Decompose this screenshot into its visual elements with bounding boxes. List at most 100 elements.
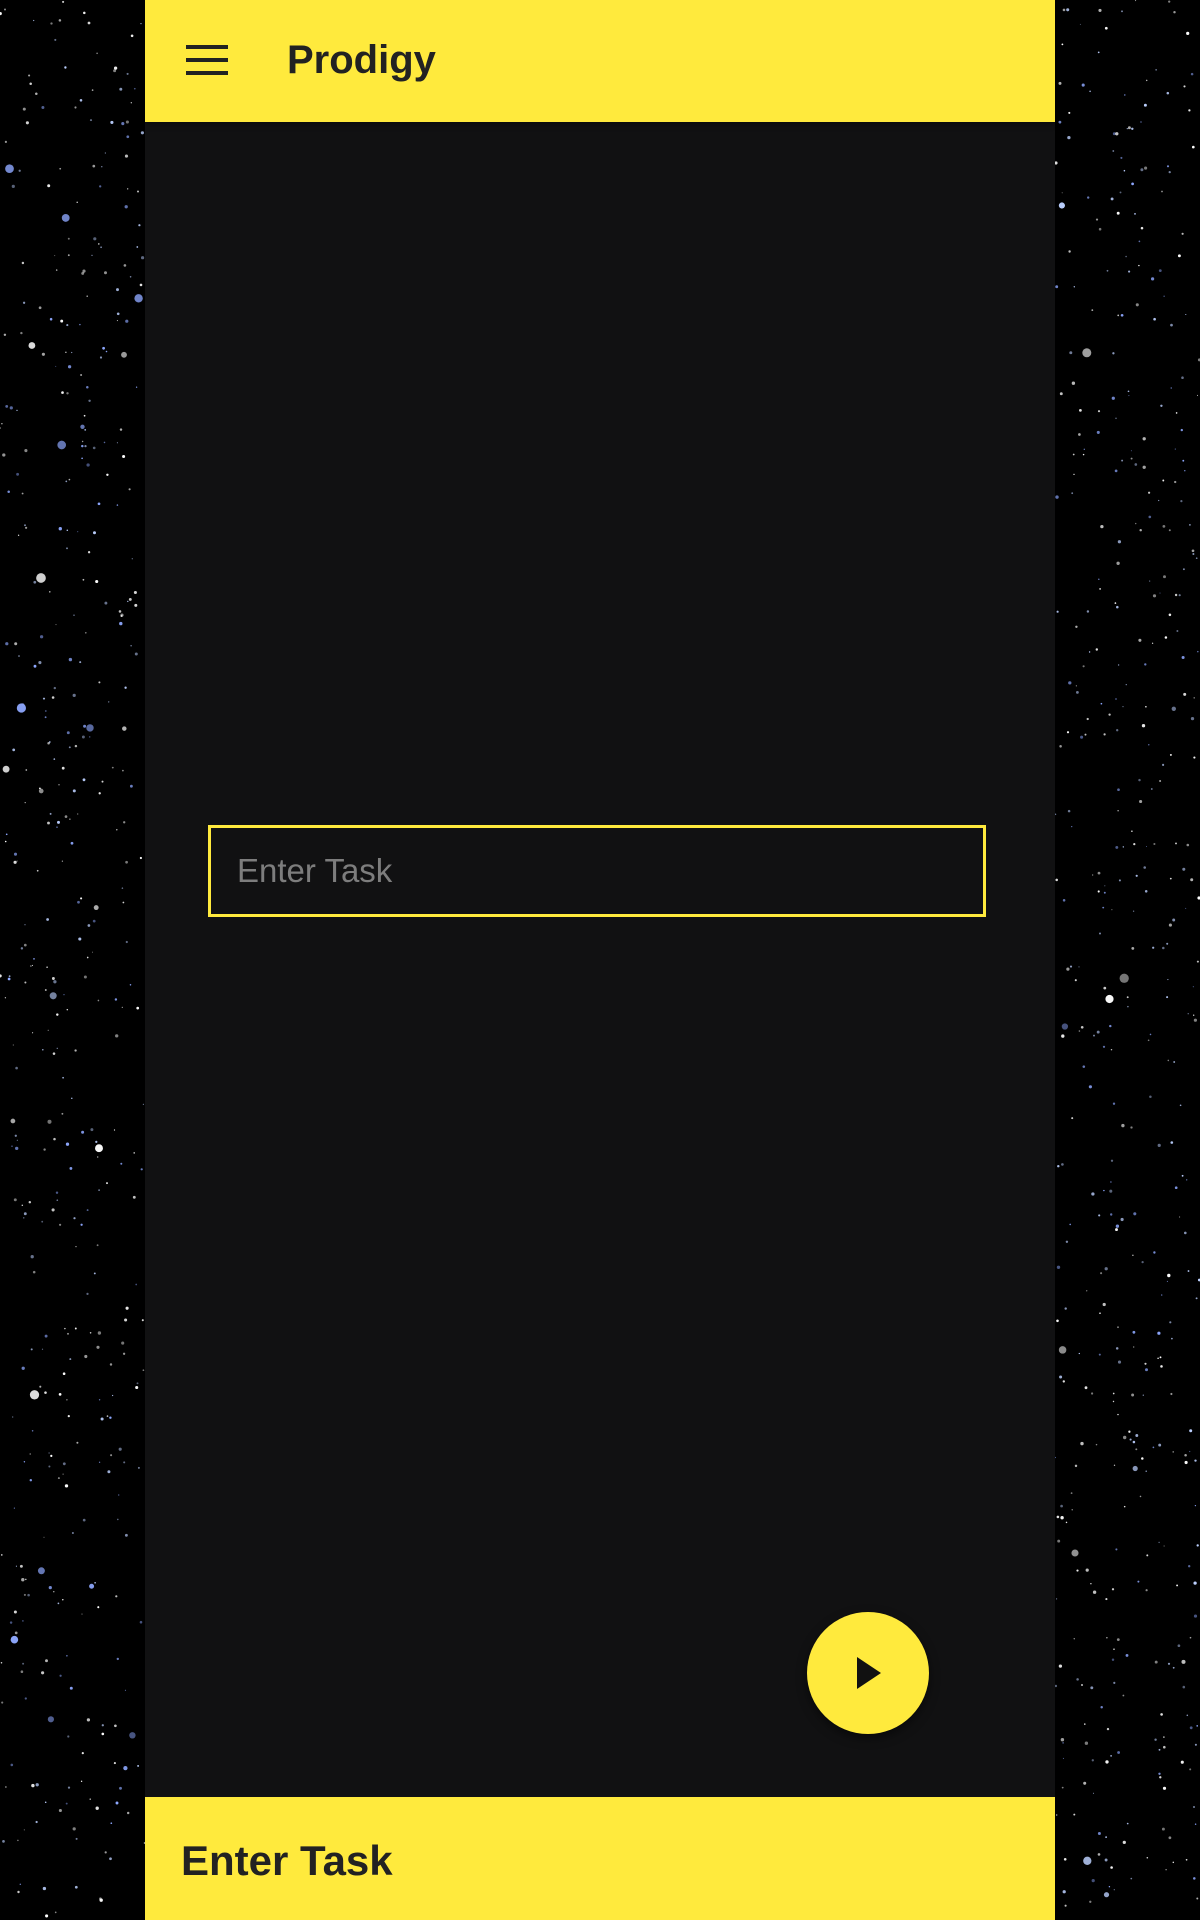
star bbox=[1138, 240, 1141, 243]
star bbox=[66, 1008, 69, 1011]
star bbox=[1116, 729, 1119, 732]
star bbox=[62, 1473, 64, 1475]
star bbox=[1078, 966, 1080, 968]
star bbox=[1062, 1757, 1064, 1759]
star bbox=[1120, 1217, 1124, 1222]
star bbox=[1167, 979, 1169, 981]
star bbox=[71, 1531, 74, 1535]
star bbox=[1115, 1228, 1118, 1232]
star bbox=[116, 504, 119, 506]
star bbox=[1181, 232, 1184, 235]
star bbox=[1154, 1660, 1158, 1664]
star bbox=[1168, 613, 1172, 617]
star bbox=[1082, 453, 1085, 456]
star bbox=[1120, 313, 1124, 317]
star bbox=[138, 224, 141, 227]
star bbox=[96, 52, 98, 55]
star bbox=[1184, 1460, 1188, 1465]
star bbox=[111, 1394, 114, 1397]
star bbox=[15, 1565, 17, 1567]
bottom-bar: Enter Task bbox=[145, 1797, 1055, 1920]
star bbox=[124, 1689, 126, 1691]
star bbox=[89, 1332, 92, 1334]
menu-button[interactable] bbox=[183, 36, 231, 84]
star bbox=[113, 1129, 116, 1131]
star bbox=[1123, 1435, 1127, 1440]
star bbox=[92, 164, 96, 168]
star bbox=[106, 473, 109, 477]
star bbox=[1152, 946, 1155, 949]
star bbox=[98, 1399, 101, 1401]
star bbox=[1170, 387, 1172, 389]
task-input[interactable] bbox=[208, 825, 986, 917]
star bbox=[1169, 877, 1172, 880]
star bbox=[1185, 907, 1187, 909]
star bbox=[1057, 1164, 1060, 1168]
star bbox=[1160, 1294, 1163, 1296]
star bbox=[1083, 1781, 1087, 1785]
star bbox=[14, 642, 18, 646]
star bbox=[56, 1199, 59, 1202]
star bbox=[1115, 1224, 1120, 1228]
star bbox=[125, 1306, 129, 1310]
star bbox=[70, 841, 74, 845]
star bbox=[141, 1319, 144, 1322]
star bbox=[1115, 1548, 1118, 1551]
star bbox=[86, 1718, 91, 1722]
star bbox=[96, 1244, 99, 1247]
star bbox=[71, 351, 73, 354]
star bbox=[109, 1857, 112, 1861]
star bbox=[1161, 190, 1163, 193]
star bbox=[1144, 663, 1147, 666]
star bbox=[1169, 753, 1172, 756]
star bbox=[1182, 568, 1185, 571]
star bbox=[1110, 197, 1114, 201]
star bbox=[1111, 396, 1115, 400]
star bbox=[80, 897, 83, 900]
star bbox=[13, 1610, 17, 1614]
star bbox=[1117, 810, 1119, 812]
star bbox=[125, 319, 129, 323]
star bbox=[31, 1430, 34, 1432]
star bbox=[44, 1391, 47, 1394]
star bbox=[1181, 655, 1185, 660]
star bbox=[1117, 314, 1120, 317]
star bbox=[134, 652, 138, 656]
star bbox=[1099, 587, 1102, 590]
star bbox=[67, 254, 70, 257]
star bbox=[41, 352, 45, 356]
star bbox=[23, 1461, 26, 1463]
star bbox=[86, 1292, 89, 1296]
star bbox=[1158, 1443, 1162, 1447]
star bbox=[121, 887, 124, 889]
star bbox=[1165, 1868, 1167, 1871]
star bbox=[77, 813, 79, 815]
star bbox=[66, 1655, 68, 1657]
star bbox=[97, 1331, 102, 1335]
star bbox=[72, 693, 76, 698]
star bbox=[1170, 1392, 1173, 1396]
star bbox=[1076, 691, 1079, 694]
star bbox=[1117, 1326, 1119, 1329]
star bbox=[136, 246, 139, 248]
star bbox=[16, 1139, 18, 1141]
star bbox=[41, 1348, 44, 1350]
star bbox=[122, 901, 125, 904]
star bbox=[22, 107, 26, 111]
star bbox=[83, 414, 86, 417]
star bbox=[1183, 1231, 1187, 1235]
star bbox=[1105, 1598, 1108, 1601]
star bbox=[1126, 996, 1129, 999]
star bbox=[20, 331, 23, 335]
star bbox=[1100, 1272, 1103, 1275]
star bbox=[1128, 1430, 1131, 1433]
star bbox=[38, 661, 42, 665]
star bbox=[1127, 390, 1130, 393]
star bbox=[1132, 1440, 1136, 1444]
app-title: Prodigy bbox=[287, 38, 436, 82]
star bbox=[1194, 1459, 1197, 1462]
play-button[interactable] bbox=[807, 1612, 929, 1734]
star bbox=[3, 333, 7, 337]
star bbox=[71, 1097, 73, 1100]
star bbox=[1135, 522, 1137, 525]
